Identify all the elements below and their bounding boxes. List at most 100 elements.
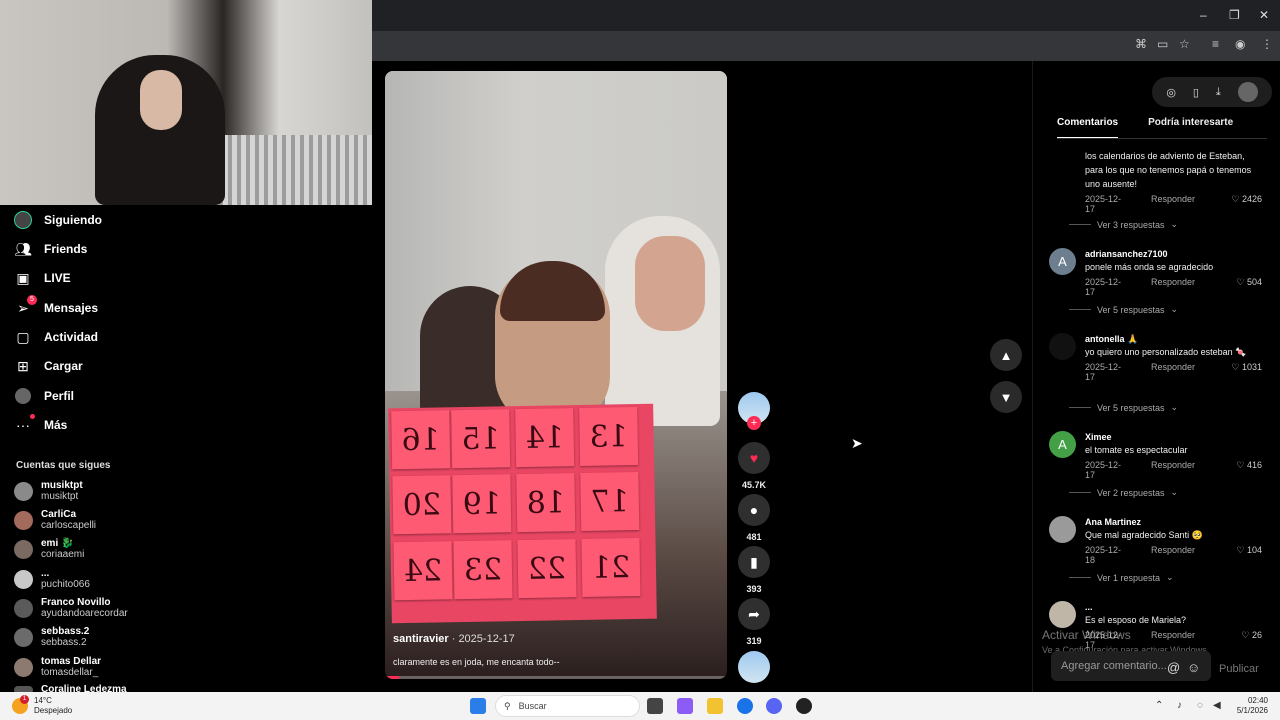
- translate-icon[interactable]: ⌘: [1135, 37, 1147, 51]
- comment-likes[interactable]: ♡ 1031: [1231, 362, 1262, 373]
- avatar-icon: [14, 211, 32, 229]
- clock-time: 02:40: [1247, 696, 1268, 705]
- nav-actividad[interactable]: ▢ Actividad: [14, 326, 98, 348]
- video-progress-bar[interactable]: [385, 676, 727, 679]
- comment-likes[interactable]: ♡ 2426: [1231, 194, 1262, 205]
- comment-likes[interactable]: ♡ 416: [1236, 460, 1262, 471]
- emoji-icon[interactable]: ☺: [1187, 660, 1200, 675]
- playlist-icon[interactable]: ≡: [1212, 37, 1219, 51]
- task-view-icon[interactable]: [647, 698, 663, 714]
- cast-icon[interactable]: ▭: [1157, 37, 1168, 51]
- reply-button[interactable]: Responder: [1151, 545, 1195, 565]
- user-avatar[interactable]: [1237, 82, 1258, 102]
- avatar[interactable]: [1049, 601, 1076, 628]
- start-icon[interactable]: [470, 698, 486, 714]
- sound-action[interactable]: [737, 651, 771, 683]
- nav-live[interactable]: ▣ LIVE: [14, 267, 70, 289]
- save-action[interactable]: ▮ 393: [737, 546, 771, 594]
- sound-disc[interactable]: [738, 651, 770, 683]
- device-icon[interactable]: ▯: [1193, 86, 1199, 99]
- sun-icon: 1: [12, 695, 29, 714]
- nav-mas[interactable]: ··· Más: [14, 414, 67, 436]
- clock[interactable]: 02:40 5/1/2026: [1228, 696, 1268, 716]
- profile-icon[interactable]: ◉: [1235, 37, 1245, 51]
- file-explorer-icon[interactable]: [707, 698, 723, 714]
- nav-friends[interactable]: 👥︎ Friends: [14, 238, 87, 260]
- like-action[interactable]: ♥ 45.7K: [737, 442, 771, 490]
- account-item[interactable]: musiktpt musiktpt: [14, 480, 83, 502]
- account-item[interactable]: ... puchito066: [14, 568, 90, 590]
- close-button[interactable]: ✕: [1259, 8, 1269, 22]
- video-author-line: santiravier · 2025-12-17: [393, 633, 515, 645]
- comment-user[interactable]: Ximee: [1085, 431, 1265, 443]
- comment-user[interactable]: antonella 🙏: [1085, 333, 1265, 345]
- account-item[interactable]: emi 🐉 coriaaemi: [14, 538, 84, 560]
- copilot-icon[interactable]: [677, 698, 693, 714]
- reply-button[interactable]: Responder: [1151, 277, 1195, 297]
- avatar[interactable]: [1049, 516, 1076, 543]
- nav-perfil[interactable]: Perfil: [14, 385, 74, 407]
- minimize-button[interactable]: –: [1200, 8, 1207, 22]
- nav-cargar[interactable]: ⊞ Cargar: [14, 355, 83, 377]
- account-item[interactable]: tomas Dellar tomasdellar_: [14, 656, 101, 678]
- view-replies[interactable]: Ver 1 respuesta ⌄: [1069, 572, 1174, 583]
- comment-action[interactable]: ● 481: [737, 494, 771, 542]
- menu-icon[interactable]: ⋮: [1261, 37, 1273, 51]
- creator-avatar[interactable]: +: [738, 392, 770, 430]
- view-replies[interactable]: Ver 3 respuestas ⌄: [1069, 219, 1178, 230]
- comment-user[interactable]: ...: [1085, 601, 1265, 613]
- chevron-down-icon: ⌄: [1170, 402, 1179, 412]
- heart-outline-icon: ♡: [1236, 277, 1247, 287]
- nav-mensajes[interactable]: ➢ 5 Mensajes: [14, 295, 98, 319]
- star-icon[interactable]: ☆: [1179, 37, 1190, 51]
- restore-button[interactable]: ❐: [1229, 8, 1240, 22]
- reply-button[interactable]: Responder: [1151, 362, 1195, 382]
- share-action[interactable]: ➦ 319: [737, 598, 771, 646]
- compass-icon[interactable]: ◎: [1166, 86, 1176, 99]
- tab-podria-interesarte[interactable]: Podría interesarte: [1148, 117, 1233, 139]
- view-replies[interactable]: Ver 5 respuestas ⌄: [1069, 402, 1178, 413]
- next-video-button[interactable]: ▼: [990, 381, 1022, 413]
- previous-video-button[interactable]: ▲: [990, 339, 1022, 371]
- like-count: 45.7K: [741, 480, 767, 490]
- download-icon[interactable]: ⤓: [1216, 86, 1221, 99]
- video-player[interactable]: 13 14 15 16 17 18 19 20 21 22 23 24 sant…: [385, 71, 727, 679]
- view-replies[interactable]: Ver 5 respuestas ⌄: [1069, 304, 1178, 315]
- tab-comentarios[interactable]: Comentarios: [1057, 117, 1119, 139]
- comment-likes[interactable]: ♡ 104: [1236, 545, 1262, 556]
- creator-follow[interactable]: +: [737, 392, 771, 430]
- taskbar-search[interactable]: ⚲ Buscar: [495, 695, 640, 717]
- publish-button[interactable]: Publicar: [1219, 663, 1259, 675]
- avatar[interactable]: A: [1049, 431, 1076, 458]
- video-username[interactable]: santiravier: [393, 633, 449, 645]
- account-item[interactable]: sebbass.2 sebbass.2: [14, 626, 89, 648]
- mention-icon[interactable]: @: [1167, 660, 1180, 675]
- volume-icon[interactable]: ◀: [1213, 700, 1221, 711]
- comment-likes[interactable]: ♡ 504: [1236, 277, 1262, 288]
- share-icon[interactable]: ➦: [738, 598, 770, 630]
- account-item[interactable]: Franco Novillo ayudandoarecordar: [14, 597, 128, 619]
- obs-icon[interactable]: [796, 698, 812, 714]
- chrome-icon[interactable]: [737, 698, 753, 714]
- weather-widget[interactable]: 1 14°C Despejado: [12, 695, 73, 716]
- reply-button[interactable]: Responder: [1151, 460, 1195, 480]
- tray-chevron-icon[interactable]: ⌃: [1155, 700, 1163, 711]
- webcam-sofa: [210, 135, 372, 205]
- weather-condition: Despejado: [34, 706, 73, 715]
- avatar[interactable]: A: [1049, 248, 1076, 275]
- reply-button[interactable]: Responder: [1151, 194, 1195, 214]
- nav-siguiendo[interactable]: Siguiendo: [14, 209, 102, 231]
- network-icon[interactable]: ◌: [1197, 700, 1203, 711]
- comment-user[interactable]: Ana Martinez: [1085, 516, 1265, 528]
- comment-user[interactable]: adriansanchez7100: [1085, 248, 1265, 260]
- mic-icon[interactable]: ♪: [1177, 700, 1182, 711]
- comment-likes[interactable]: ♡ 26: [1241, 630, 1262, 641]
- comment-icon[interactable]: ●: [738, 494, 770, 526]
- follow-plus-icon[interactable]: +: [747, 416, 761, 430]
- account-item[interactable]: CarliCa carloscapelli: [14, 509, 96, 531]
- bookmark-icon[interactable]: ▮: [738, 546, 770, 578]
- view-replies[interactable]: Ver 2 respuestas ⌄: [1069, 487, 1178, 498]
- discord-icon[interactable]: [766, 698, 782, 714]
- heart-icon[interactable]: ♥: [738, 442, 770, 474]
- avatar[interactable]: [1049, 333, 1076, 360]
